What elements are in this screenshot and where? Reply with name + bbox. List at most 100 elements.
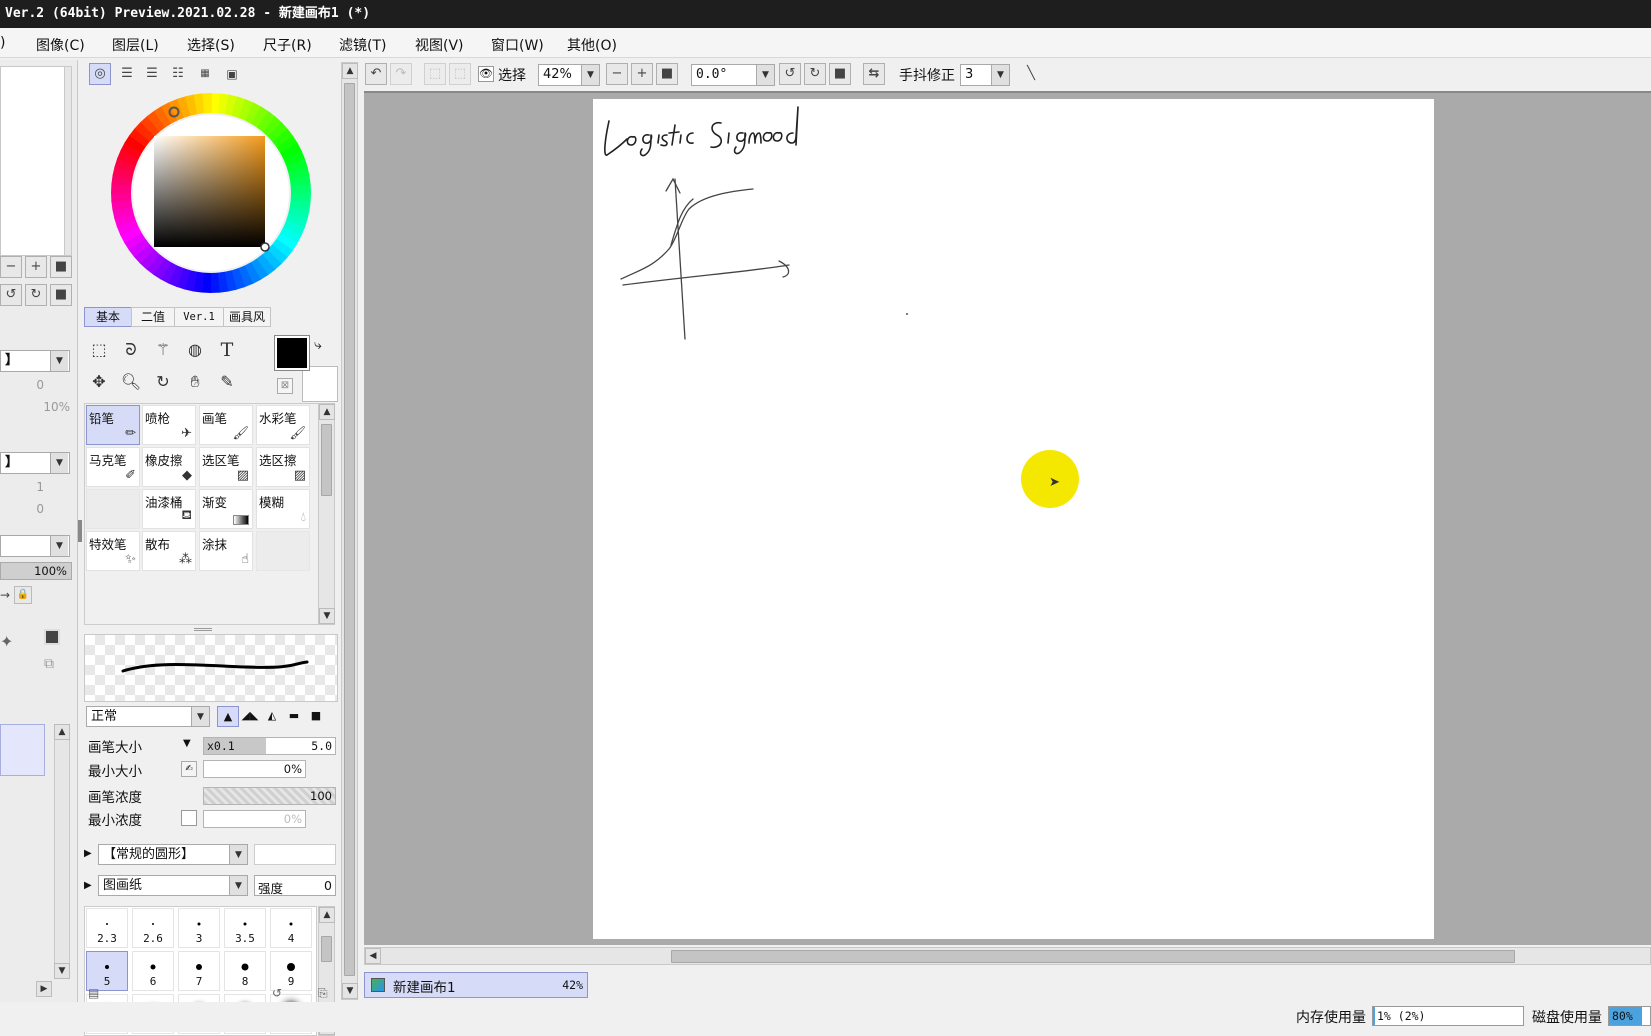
- menu-item-ruler[interactable]: 尺子(R): [263, 35, 312, 55]
- chevron-down-icon[interactable]: ▼: [50, 453, 68, 473]
- min-size-slider[interactable]: 0%: [203, 760, 306, 778]
- rotate-left-button[interactable]: ↺: [779, 63, 801, 85]
- brush-effect[interactable]: 特效笔 ✨︎: [86, 531, 140, 571]
- brush-eraser[interactable]: 橡皮擦 ◆: [142, 447, 196, 487]
- brush-tip-4[interactable]: 4: [270, 908, 312, 948]
- brush-watercolor[interactable]: 水彩笔 🖌︎: [256, 405, 310, 445]
- tab-basic[interactable]: 基本: [84, 307, 132, 327]
- chevron-down-icon[interactable]: ▼: [50, 351, 68, 371]
- tab-binary[interactable]: 二值: [131, 307, 175, 327]
- chevron-down-icon[interactable]: ▼: [991, 65, 1009, 85]
- menu-item-layer[interactable]: 图层(L): [112, 35, 159, 55]
- menu-item-view[interactable]: 视图(V): [415, 35, 464, 55]
- density-slider[interactable]: 100: [203, 787, 336, 805]
- brush-size-slider[interactable]: x0.1 5.0: [203, 737, 336, 755]
- brush-tip-7[interactable]: 7: [178, 951, 220, 991]
- chevron-down-icon[interactable]: ▼: [756, 65, 774, 85]
- rotate-reset-button[interactable]: ■: [50, 284, 72, 306]
- zoom-out-button[interactable]: −: [606, 63, 628, 85]
- scroll-down-icon[interactable]: ▼: [342, 983, 358, 999]
- zoom-icon[interactable]: 🔍︎: [118, 369, 144, 395]
- texture-strength-field[interactable]: 强度 0: [254, 875, 336, 896]
- chevron-down-icon[interactable]: ▼: [581, 65, 599, 85]
- brush-select-eraser[interactable]: 选区擦 ▨: [256, 447, 310, 487]
- chevron-down-icon[interactable]: ▼: [50, 536, 68, 556]
- rgb-slider-icon[interactable]: ☰: [116, 63, 138, 85]
- hsv-slider-icon[interactable]: ☰: [141, 63, 163, 85]
- expand-arrow-icon[interactable]: ▶: [84, 880, 92, 891]
- zoom-reset-button[interactable]: ■: [50, 256, 72, 278]
- rect-select-icon[interactable]: ⬚: [86, 337, 112, 363]
- save-tip-icon[interactable]: ⎘: [318, 986, 328, 1001]
- color-wheel[interactable]: [108, 90, 314, 296]
- brush-grid-scrollbar[interactable]: ▲ ▼: [318, 403, 335, 625]
- brush-tip-9[interactable]: 9: [270, 951, 312, 991]
- pressure-size-icon[interactable]: ✍: [181, 761, 197, 777]
- scroll-thumb[interactable]: [671, 950, 1515, 963]
- hand-icon[interactable]: ✋︎: [182, 369, 208, 395]
- brush-shape-flat-icon[interactable]: ▬: [283, 706, 305, 727]
- shape-strength-field[interactable]: [254, 844, 336, 865]
- text-tool-icon[interactable]: T: [214, 337, 240, 363]
- scroll-down-icon[interactable]: ▼: [54, 963, 70, 979]
- rotate-right-button[interactable]: ↻: [25, 284, 47, 306]
- transparent-color-icon[interactable]: ⊠: [277, 378, 293, 394]
- left-field-3[interactable]: 1: [0, 480, 44, 494]
- brush-bucket[interactable]: 油漆桶 ⛾: [142, 489, 196, 529]
- lasso-icon[interactable]: ᘐ: [118, 337, 144, 363]
- scroll-thumb[interactable]: [321, 936, 332, 962]
- brush-marker[interactable]: 马克笔 ✐: [86, 447, 140, 487]
- rotate-left-button[interactable]: ↺: [0, 284, 22, 306]
- color-picker[interactable]: [260, 242, 270, 252]
- deselect-icon[interactable]: ⬚: [424, 63, 446, 85]
- left-field-4[interactable]: 0: [0, 502, 44, 516]
- straight-line-icon[interactable]: ╲: [1020, 63, 1042, 85]
- menu-item-image[interactable]: 图像(C): [36, 35, 85, 55]
- canvas-paper[interactable]: [593, 99, 1434, 939]
- menu-item-partial[interactable]: ): [0, 35, 5, 51]
- tab-ver1[interactable]: Ver.1: [174, 307, 224, 327]
- zoom-in-button[interactable]: +: [25, 256, 47, 278]
- chevron-down-icon[interactable]: ▼: [183, 738, 191, 749]
- menu-item-select[interactable]: 选择(S): [187, 35, 235, 55]
- scroll-up-icon[interactable]: ▲: [54, 724, 70, 740]
- rotate-reset-button[interactable]: ■: [829, 63, 851, 85]
- brush-shape-soft-icon[interactable]: ◭: [261, 706, 283, 727]
- brush-blur[interactable]: 模糊 💧︎: [256, 489, 310, 529]
- zoom-out-button[interactable]: −: [0, 256, 22, 278]
- layer-mask-icon[interactable]: [44, 629, 60, 645]
- zoom-reset-button[interactable]: ■: [656, 63, 678, 85]
- left-field-2[interactable]: 10%: [0, 400, 70, 414]
- color-palette-icon[interactable]: ☷: [167, 63, 189, 85]
- lock-icon[interactable]: 🔒: [14, 586, 32, 604]
- brush-brush[interactable]: 画笔 🖌︎: [199, 405, 253, 445]
- rotate-right-button[interactable]: ↻: [804, 63, 826, 85]
- brush-select-pen[interactable]: 选区笔 ▨: [199, 447, 253, 487]
- swatch-icon[interactable]: ▦: [194, 63, 216, 85]
- grip-icon[interactable]: [194, 628, 212, 631]
- brush-tip-8[interactable]: 8: [224, 951, 266, 991]
- redo-icon[interactable]: ↷: [390, 63, 412, 85]
- scroll-right-icon[interactable]: ▶: [36, 981, 52, 997]
- panel-scrollbar[interactable]: ▲ ▼: [341, 62, 358, 1000]
- brush-shape-square-icon[interactable]: ■: [305, 706, 327, 727]
- brush-tip-2.6[interactable]: 2.6: [132, 908, 174, 948]
- navigator-scrollbar[interactable]: [64, 66, 72, 256]
- chevron-down-icon[interactable]: ▼: [229, 876, 247, 895]
- brush-pencil[interactable]: 铅笔 ✏: [86, 405, 140, 445]
- scroll-thumb[interactable]: [321, 424, 332, 496]
- move-icon[interactable]: ✥: [86, 369, 112, 395]
- canvas-hscrollbar[interactable]: ◀: [364, 947, 1651, 965]
- scroll-left-icon[interactable]: ◀: [365, 948, 381, 964]
- brush-shape-select[interactable]: 【常规的圆形】: [98, 844, 248, 865]
- texture-select[interactable]: 图画纸: [98, 875, 248, 896]
- scratchpad-icon[interactable]: ▣: [221, 63, 243, 85]
- tab-art-style[interactable]: 画具风: [223, 307, 271, 327]
- scroll-thumb[interactable]: [344, 83, 355, 976]
- rotate-icon[interactable]: ↻: [150, 369, 176, 395]
- color-wheel-mode-icon[interactable]: ◎: [89, 63, 111, 85]
- layer-copy-icon[interactable]: ⧉: [44, 656, 54, 672]
- brush-shape-sharp-icon[interactable]: ▲: [217, 706, 239, 727]
- brush-shape-round-icon[interactable]: ◢◣: [239, 706, 261, 727]
- menu-item-window[interactable]: 窗口(W): [491, 35, 544, 55]
